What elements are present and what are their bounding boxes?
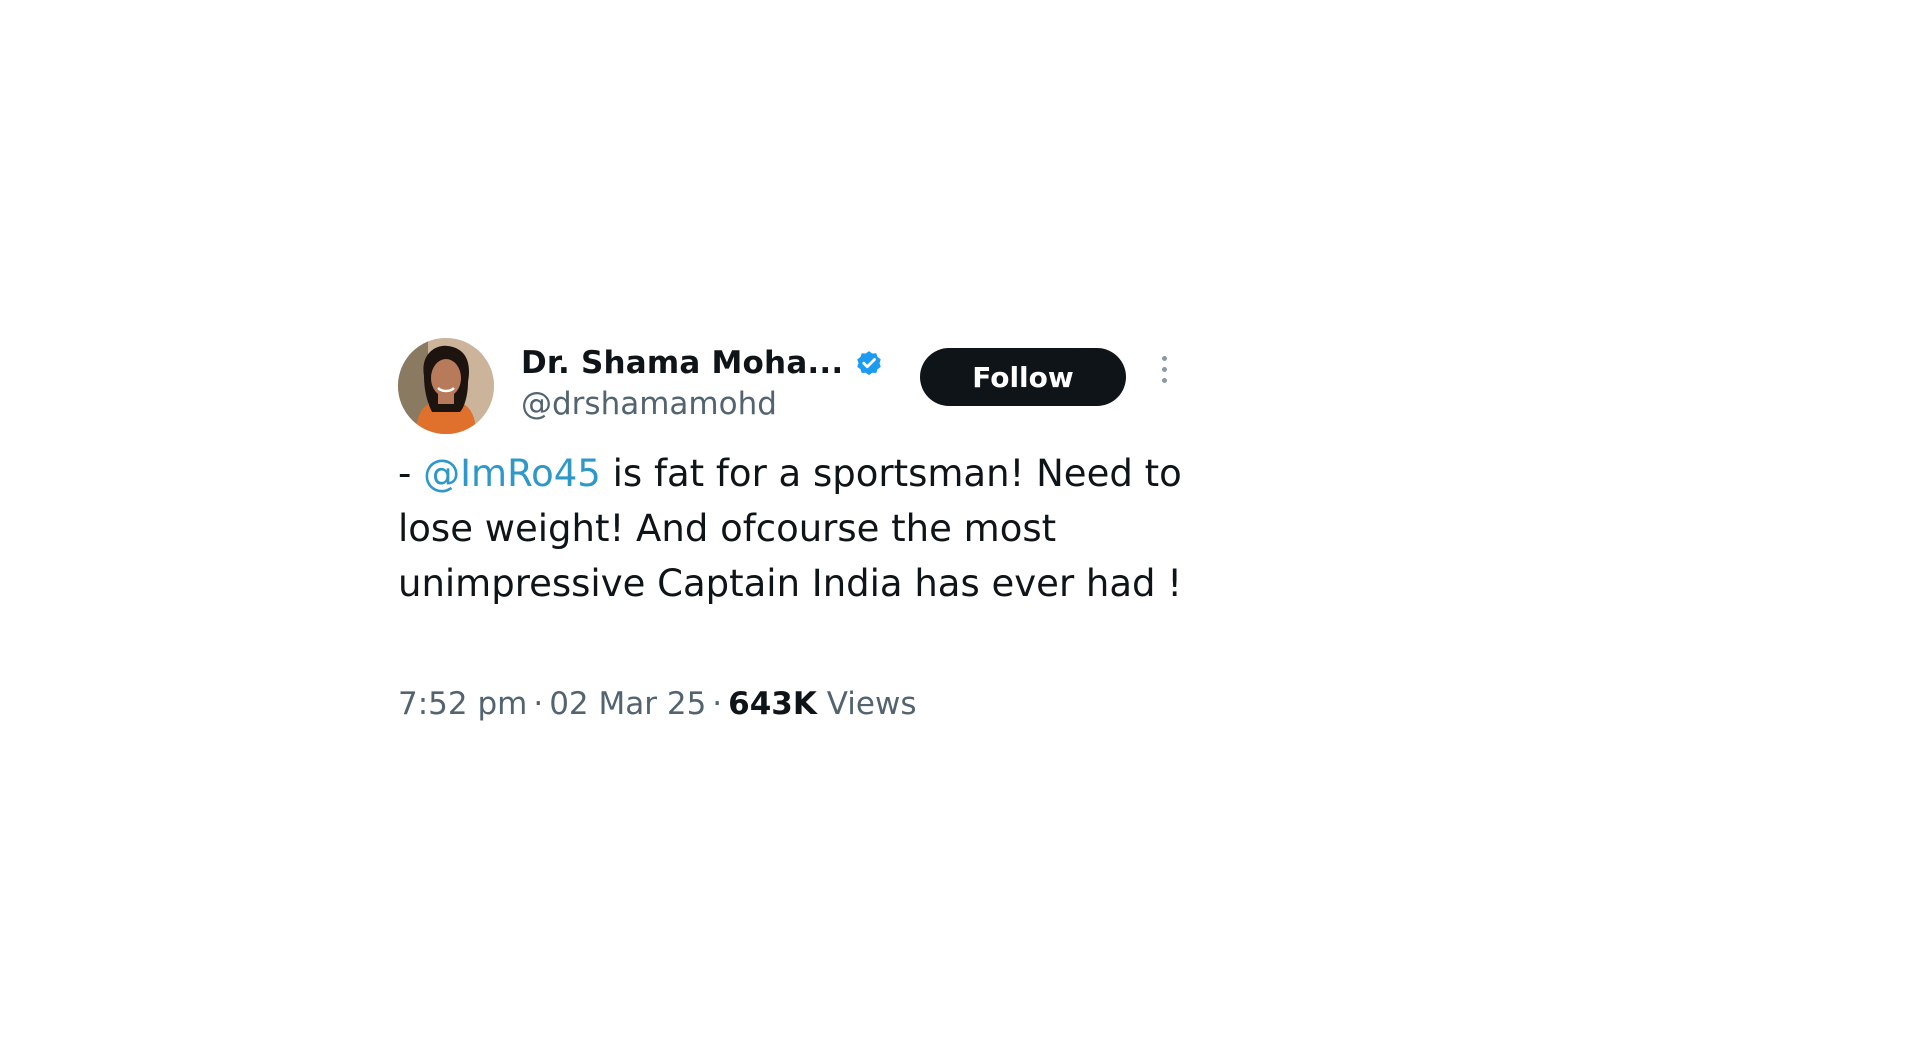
meta-separator: · bbox=[533, 686, 544, 722]
views-label: Views bbox=[826, 686, 917, 722]
tweet-header: Dr. Shama Moha... @drshamamohd Follow bbox=[398, 336, 1208, 436]
verified-badge-icon bbox=[854, 348, 884, 378]
mention-link[interactable]: @ImRo45 bbox=[423, 452, 601, 495]
more-vertical-icon[interactable] bbox=[1158, 356, 1170, 392]
tweet-card: Dr. Shama Moha... @drshamamohd Follow - … bbox=[398, 336, 1208, 744]
author-handle[interactable]: @drshamamohd bbox=[521, 386, 777, 422]
views-count: 643K bbox=[728, 686, 817, 722]
author-name-row: Dr. Shama Moha... bbox=[521, 341, 884, 385]
tweet-text-prefix: - bbox=[398, 452, 424, 495]
author-name[interactable]: Dr. Shama Moha... bbox=[521, 345, 843, 381]
tweet-time[interactable]: 7:52 pm bbox=[398, 686, 527, 722]
tweet-text: - @ImRo45 is fat for a sportsman! Need t… bbox=[398, 446, 1198, 611]
meta-separator: · bbox=[712, 686, 723, 722]
follow-button[interactable]: Follow bbox=[920, 348, 1126, 406]
tweet-meta: 7:52 pm · 02 Mar 25 · 643K Views bbox=[398, 686, 916, 722]
tweet-date[interactable]: 02 Mar 25 bbox=[549, 686, 706, 722]
avatar[interactable] bbox=[398, 338, 494, 434]
